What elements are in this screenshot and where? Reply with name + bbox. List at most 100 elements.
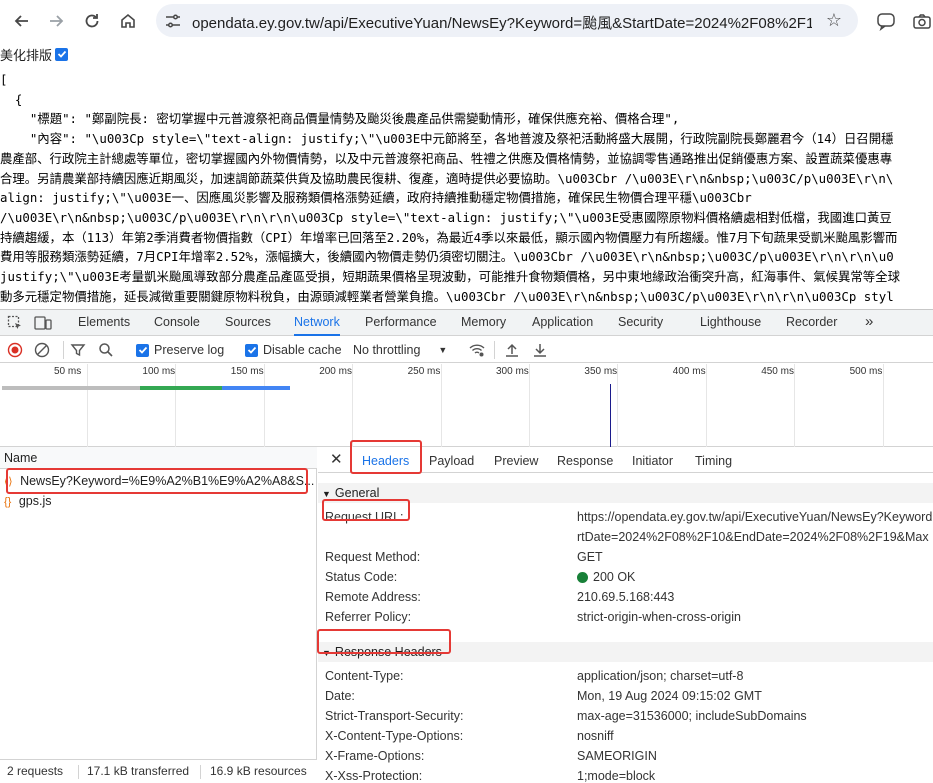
x-content-type-options-value[interactable]: nosniff bbox=[577, 729, 614, 743]
hsts-key: Strict-Transport-Security: bbox=[325, 709, 464, 723]
site-settings-icon[interactable] bbox=[164, 12, 182, 30]
request-count: 2 requests bbox=[7, 764, 64, 778]
date-value[interactable]: Mon, 19 Aug 2024 09:15:02 GMT bbox=[577, 689, 762, 703]
tab-sources[interactable]: Sources bbox=[225, 310, 271, 336]
json-line: [ bbox=[0, 72, 8, 87]
content-type-value[interactable]: application/json; charset=utf-8 bbox=[577, 669, 743, 683]
status-divider bbox=[78, 765, 79, 779]
timeline-tick-label: 150 ms bbox=[230, 366, 264, 377]
network-conditions-icon[interactable] bbox=[468, 341, 486, 359]
timeline-gridline bbox=[440, 364, 442, 447]
waterfall-bar bbox=[222, 386, 290, 390]
request-url-value-continued[interactable]: rtDate=2024%2F08%2F10&EndDate=2024%2F08%… bbox=[577, 530, 929, 544]
x-frame-options-key: X-Frame-Options: bbox=[325, 749, 425, 763]
close-details-icon[interactable]: ✕ bbox=[330, 449, 343, 471]
tab-payload[interactable]: Payload bbox=[429, 450, 474, 472]
json-line: justify;\"\u003E考量凱米颱風導致部分農產品產區受損，短期蔬果價格… bbox=[0, 269, 900, 285]
throttling-select[interactable]: No throttling ▼ bbox=[353, 341, 447, 359]
waterfall-bar bbox=[140, 386, 222, 390]
timeline-gridline bbox=[352, 364, 354, 447]
timeline-gridline bbox=[263, 364, 265, 447]
forward-icon[interactable] bbox=[44, 9, 68, 33]
address-bar[interactable]: opendata.ey.gov.tw/api/ExecutiveYuan/New… bbox=[156, 4, 858, 37]
bookmark-star-icon[interactable]: ☆ bbox=[824, 10, 844, 30]
tab-elements[interactable]: Elements bbox=[78, 310, 130, 336]
json-line: 動多元穩定物價措施，延長減徵重要關鍵原物料稅負，由源頭減輕業者營業負擔。\u00… bbox=[0, 288, 894, 304]
search-icon[interactable] bbox=[98, 341, 114, 359]
extension-chat-icon[interactable] bbox=[874, 9, 898, 33]
tab-performance[interactable]: Performance bbox=[365, 310, 437, 336]
remote-address-key: Remote Address: bbox=[325, 590, 421, 604]
status-code-key: Status Code: bbox=[325, 570, 398, 584]
tab-console[interactable]: Console bbox=[154, 310, 200, 336]
request-url-value[interactable]: https://opendata.ey.gov.tw/api/Executive… bbox=[577, 510, 932, 524]
request-name: gps.js bbox=[18, 494, 52, 508]
json-line: { bbox=[0, 91, 23, 107]
general-title: General bbox=[334, 486, 380, 500]
tab-network[interactable]: Network bbox=[294, 310, 340, 336]
reload-icon[interactable] bbox=[80, 9, 104, 33]
export-har-icon[interactable] bbox=[532, 341, 548, 359]
hsts-value[interactable]: max-age=31536000; includeSubDomains bbox=[577, 709, 807, 723]
timeline-gridline bbox=[87, 364, 88, 447]
status-divider bbox=[200, 765, 201, 779]
record-stop-icon[interactable] bbox=[7, 341, 23, 359]
json-line: align: justify;\"\u003E一、因應風災影響及服務類價格漲勢延… bbox=[0, 190, 752, 206]
home-icon[interactable] bbox=[116, 9, 140, 33]
referrer-policy-value[interactable]: strict-origin-when-cross-origin bbox=[577, 610, 741, 624]
timeline-tick-label: 400 ms bbox=[672, 366, 706, 377]
tab-recorder[interactable]: Recorder bbox=[786, 310, 837, 336]
timeline-tick-label: 50 ms bbox=[54, 366, 82, 377]
general-section-header[interactable]: ▼ General bbox=[318, 483, 933, 503]
tab-timing[interactable]: Timing bbox=[695, 450, 732, 472]
tab-response[interactable]: Response bbox=[557, 450, 613, 472]
filter-icon[interactable] bbox=[70, 341, 86, 359]
remote-address-value[interactable]: 210.69.5.168:443 bbox=[577, 590, 674, 604]
import-har-icon[interactable] bbox=[504, 341, 520, 359]
timeline-tick-label: 300 ms bbox=[496, 366, 529, 377]
devtools-tab-bar: Elements Console Sources Network Perform… bbox=[0, 310, 933, 336]
inspect-element-icon[interactable] bbox=[7, 315, 23, 334]
timeline-tick-label: 350 ms bbox=[584, 366, 618, 377]
toolbar-divider bbox=[494, 341, 495, 359]
tab-lighthouse[interactable]: Lighthouse bbox=[700, 310, 761, 336]
referrer-policy-key: Referrer Policy: bbox=[325, 610, 412, 624]
resources-size: 16.9 kB resources bbox=[210, 764, 307, 778]
more-tabs-icon[interactable]: » bbox=[865, 310, 873, 336]
pretty-print-toggle[interactable]: 美化排版 bbox=[0, 44, 69, 64]
request-method-value[interactable]: GET bbox=[577, 550, 603, 564]
disable-cache-checkbox[interactable]: Disable cache bbox=[245, 341, 342, 359]
name-column-header[interactable]: Name bbox=[0, 447, 317, 469]
toolbar-divider bbox=[63, 341, 64, 359]
timeline-gridline bbox=[175, 364, 177, 447]
network-toolbar: Preserve log Disable cache No throttling… bbox=[0, 337, 933, 363]
x-frame-options-value[interactable]: SAMEORIGIN bbox=[577, 749, 657, 763]
preserve-log-checkbox[interactable]: Preserve log bbox=[136, 341, 224, 359]
status-code-value[interactable]: 200 OK bbox=[577, 570, 635, 584]
timeline-gridline bbox=[617, 364, 619, 447]
request-details: ✕ Headers Payload Preview Response Initi… bbox=[318, 447, 933, 783]
status-ok-dot-icon bbox=[577, 571, 588, 583]
tab-security[interactable]: Security bbox=[618, 310, 663, 336]
throttling-value: No throttling bbox=[353, 343, 421, 357]
url-text[interactable]: opendata.ey.gov.tw/api/ExecutiveYuan/New… bbox=[192, 12, 812, 33]
network-timeline[interactable]: 50 ms 100 ms 150 ms 200 ms 250 ms 300 ms 350 m… bbox=[0, 364, 933, 447]
tab-memory[interactable]: Memory bbox=[461, 310, 506, 336]
clear-icon[interactable] bbox=[34, 341, 50, 359]
json-line: 農產部、行政院主計總處等單位，密切掌握國內外物價情勢，以及中元普渡祭祀商品、牲禮… bbox=[0, 150, 893, 166]
request-method-key: Request Method: bbox=[325, 550, 421, 564]
tab-application[interactable]: Application bbox=[532, 310, 593, 336]
device-toolbar-icon[interactable] bbox=[34, 315, 52, 334]
back-icon[interactable] bbox=[10, 9, 34, 33]
pretty-print-checkbox[interactable] bbox=[55, 47, 69, 61]
json-line: "標題": "鄭副院長: 密切掌握中元普渡祭祀商品價量情勢及颱災後農產品供需變動… bbox=[0, 111, 680, 127]
highlight-headers-tab bbox=[350, 440, 422, 474]
timeline-tick-label: 450 ms bbox=[761, 366, 794, 377]
json-line: 費用等服務類漲勢延續，7月CPI年增率2.52%，漲幅擴大，後續國內物價走勢仍須… bbox=[0, 249, 894, 265]
camera-icon[interactable] bbox=[910, 9, 933, 33]
browser-toolbar: opendata.ey.gov.tw/api/ExecutiveYuan/New… bbox=[0, 0, 933, 42]
request-row-gps[interactable]: {} gps.js bbox=[0, 491, 316, 511]
tab-preview[interactable]: Preview bbox=[494, 450, 538, 472]
tab-initiator[interactable]: Initiator bbox=[632, 450, 673, 472]
devtools-panel: Elements Console Sources Network Perform… bbox=[0, 309, 933, 783]
